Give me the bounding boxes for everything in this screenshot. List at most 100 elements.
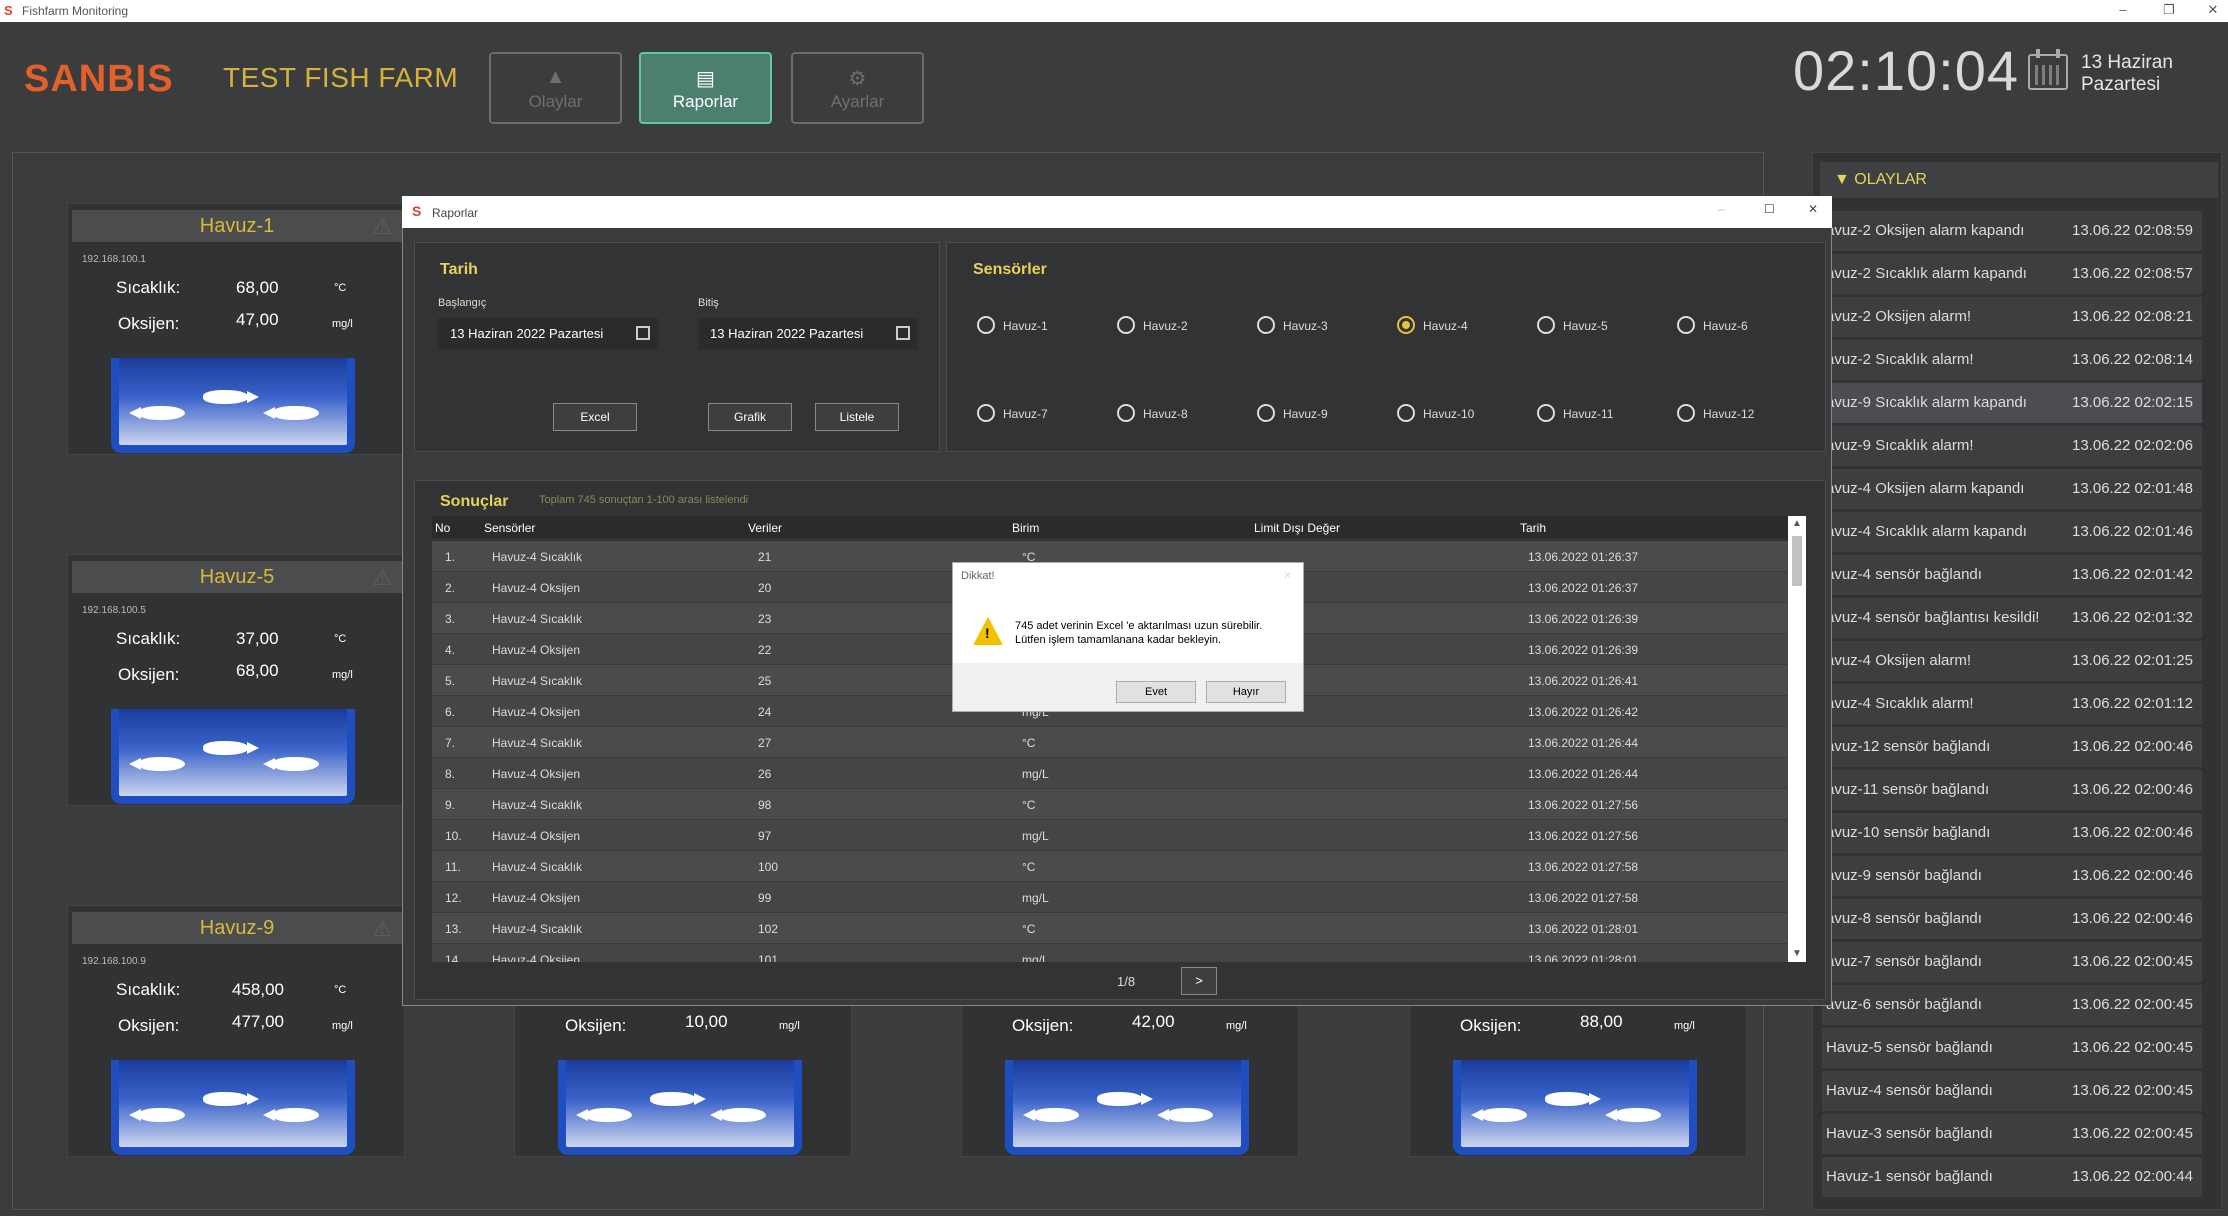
app-title: Fishfarm Monitoring [22,4,129,18]
table-row[interactable]: 12. Havuz-4 Oksijen 99 mg/L 13.06.2022 01:27… [432,882,1788,913]
sensor-radio[interactable]: Havuz-5 [1537,316,1647,338]
event-row[interactable]: avuz-7 sensör bağlandı 13.06.22 02:00:45 [1822,942,2202,982]
nav-ayarlar-button[interactable]: ⚙ Ayarlar [791,52,924,124]
event-row[interactable]: avuz-9 Sıcaklık alarm! 13.06.22 02:02:06 [1822,426,2202,466]
column-header[interactable]: Tarih [1520,521,1546,535]
sensor-radio[interactable]: Havuz-1 [977,316,1087,338]
minimize-button[interactable]: – [2110,2,2136,20]
sensor-radio[interactable]: Havuz-9 [1257,404,1367,426]
radio-unchecked-icon[interactable] [1397,404,1415,422]
column-header[interactable]: No [435,521,450,535]
pool-card[interactable]: Oksijen: 88,00 mg/l [1409,990,1747,1157]
yes-button[interactable]: Evet [1116,681,1196,703]
results-scrollbar[interactable]: ▲ ▼ [1788,516,1806,962]
event-row[interactable]: avuz-2 Sıcaklık alarm! 13.06.22 02:08:14 [1822,340,2202,380]
maximize-button[interactable]: ❐ [2156,2,2182,20]
pool-card[interactable]: Havuz-1 ⚠ 192.168.100.1 Sıcaklık: 68,00 … [67,203,405,455]
radio-unchecked-icon[interactable] [1537,404,1555,422]
event-row[interactable]: avuz-2 Oksijen alarm kapandı 13.06.22 02:… [1822,211,2202,251]
dialog-message-line: Lütfen işlem tamamlanana kadar bekleyin. [1015,634,1222,646]
event-row[interactable]: avuz-8 sensör bağlandı 13.06.22 02:00:46 [1822,899,2202,939]
radio-unchecked-icon[interactable] [1677,404,1695,422]
event-row[interactable]: avuz-4 Sıcaklık alarm kapandı 13.06.22 02… [1822,512,2202,552]
table-cell-no: 1. [445,550,456,564]
table-cell-sensor: Havuz-4 Oksijen [492,891,581,905]
sensor-radio[interactable]: Havuz-2 [1117,316,1227,338]
sensor-radio[interactable]: Havuz-4 [1397,316,1507,338]
event-row[interactable]: Havuz-4 sensör bağlandı 13.06.22 02:00:45 [1822,1071,2202,1111]
event-row[interactable]: avuz-4 Oksijen alarm kapandı 13.06.22 02:… [1822,469,2202,509]
event-row[interactable]: avuz-11 sensör bağlandı 13.06.22 02:00:46 [1822,770,2202,810]
no-button[interactable]: Hayır [1206,681,1286,703]
close-icon[interactable]: ✕ [1283,569,1292,582]
close-button[interactable]: ✕ [1808,202,1818,216]
sensor-radio[interactable]: Havuz-3 [1257,316,1367,338]
pool-card[interactable]: Havuz-5 ⚠ 192.168.100.5 Sıcaklık: 37,00 … [67,554,405,806]
event-row[interactable]: avuz-4 Sıcaklık alarm! 13.06.22 02:01:12 [1822,684,2202,724]
table-row[interactable]: 9. Havuz-4 Sıcaklık 98 °C 13.06.2022 01:27:5… [432,789,1788,820]
dialog-message-line: 745 adet verinin Excel 'e aktarılması uz… [1015,620,1263,632]
pool-card[interactable]: Havuz-9 ⚠ 192.168.100.9 Sıcaklık: 458,00… [67,905,405,1157]
start-date-picker[interactable]: 13 Haziran 2022 Pazartesi [438,318,658,350]
scroll-thumb[interactable] [1792,536,1802,586]
radio-unchecked-icon[interactable] [977,316,995,334]
pool-card[interactable]: Oksijen: 10,00 mg/l [514,990,852,1157]
list-button[interactable]: Listele [815,403,899,431]
event-row[interactable]: avuz-10 sensör bağlandı 13.06.22 02:00:46 [1822,813,2202,853]
nav-olaylar-button[interactable]: ▲ Olaylar [489,52,622,124]
sensor-radio[interactable]: Havuz-6 [1677,316,1787,338]
next-page-button[interactable]: > [1181,967,1217,995]
event-row[interactable]: Havuz-3 sensör bağlandı 13.06.22 02:00:45 [1822,1114,2202,1154]
table-row[interactable]: 10. Havuz-4 Oksijen 97 mg/L 13.06.2022 01:27… [432,820,1788,851]
pool-card[interactable]: Oksijen: 42,00 mg/l [961,990,1299,1157]
event-row[interactable]: avuz-4 Oksijen alarm! 13.06.22 02:01:25 [1822,641,2202,681]
table-row[interactable]: 8. Havuz-4 Oksijen 26 mg/L 13.06.2022 01:26:… [432,758,1788,789]
close-button[interactable]: ✕ [2200,2,2226,20]
events-header[interactable]: ▼ OLAYLAR [1820,162,2218,198]
sensor-radio[interactable]: Havuz-7 [977,404,1087,426]
event-row[interactable]: avuz-12 sensör bağlandı 13.06.22 02:00:46 [1822,727,2202,767]
radio-checked-icon[interactable] [1397,316,1415,334]
column-header[interactable]: Limit Dışı Değer [1254,521,1340,535]
table-row[interactable]: 14. Havuz-4 Oksijen 101 mg/L 13.06.2022 01:2… [432,944,1788,962]
event-row[interactable]: avuz-2 Oksijen alarm! 13.06.22 02:08:21 [1822,297,2202,337]
event-row[interactable]: avuz-4 sensör bağlantısı kesildi! 13.06.2… [1822,598,2202,638]
radio-unchecked-icon[interactable] [1257,404,1275,422]
table-row[interactable]: 7. Havuz-4 Sıcaklık 27 °C 13.06.2022 01:26:4… [432,727,1788,758]
nav-raporlar-button[interactable]: ▤ Raporlar [639,52,772,124]
table-row[interactable]: 13. Havuz-4 Sıcaklık 102 °C 13.06.2022 01:28… [432,913,1788,944]
column-header[interactable]: Sensörler [484,521,535,535]
event-date: 13.06.22 02:02:15 [2072,394,2193,411]
table-row[interactable]: 11. Havuz-4 Sıcaklık 100 °C 13.06.2022 01:27… [432,851,1788,882]
event-row[interactable]: avuz-4 sensör bağlandı 13.06.22 02:01:42 [1822,555,2202,595]
scroll-up-icon[interactable]: ▲ [1792,518,1802,529]
chart-button[interactable]: Grafik [708,403,792,431]
event-row[interactable]: avuz-9 sensör bağlandı 13.06.22 02:00:46 [1822,856,2202,896]
sensor-radio[interactable]: Havuz-12 [1677,404,1787,426]
column-header[interactable]: Veriler [748,521,782,535]
event-row[interactable]: Havuz-1 sensör bağlandı 13.06.22 02:00:44 [1822,1157,2202,1197]
table-cell-value: 100 [758,860,779,874]
calendar-icon[interactable] [636,326,650,340]
sensor-radio[interactable]: Havuz-11 [1537,404,1647,426]
radio-unchecked-icon[interactable] [1257,316,1275,334]
radio-unchecked-icon[interactable] [1117,404,1135,422]
radio-unchecked-icon[interactable] [1677,316,1695,334]
event-row[interactable]: Havuz-5 sensör bağlandı 13.06.22 02:00:45 [1822,1028,2202,1068]
column-header[interactable]: Birim [1012,521,1039,535]
event-row[interactable]: avuz-9 Sıcaklık alarm kapandı 13.06.22 02… [1822,383,2202,423]
sensor-radio[interactable]: Havuz-8 [1117,404,1227,426]
sensor-radio[interactable]: Havuz-10 [1397,404,1507,426]
end-date-picker[interactable]: 13 Haziran 2022 Pazartesi [698,318,918,350]
maximize-button[interactable]: ☐ [1764,202,1775,216]
radio-unchecked-icon[interactable] [977,404,995,422]
scroll-down-icon[interactable]: ▼ [1792,948,1802,959]
radio-unchecked-icon[interactable] [1537,316,1555,334]
event-row[interactable]: avuz-2 Sıcaklık alarm kapandı 13.06.22 02… [1822,254,2202,294]
event-row[interactable]: avuz-6 sensör bağlandı 13.06.22 02:00:45 [1822,985,2202,1025]
minimize-button[interactable]: – [1718,202,1725,216]
radio-unchecked-icon[interactable] [1117,316,1135,334]
excel-button[interactable]: Excel [553,403,637,431]
table-cell-no: 11. [445,860,461,874]
calendar-icon[interactable] [896,326,910,340]
